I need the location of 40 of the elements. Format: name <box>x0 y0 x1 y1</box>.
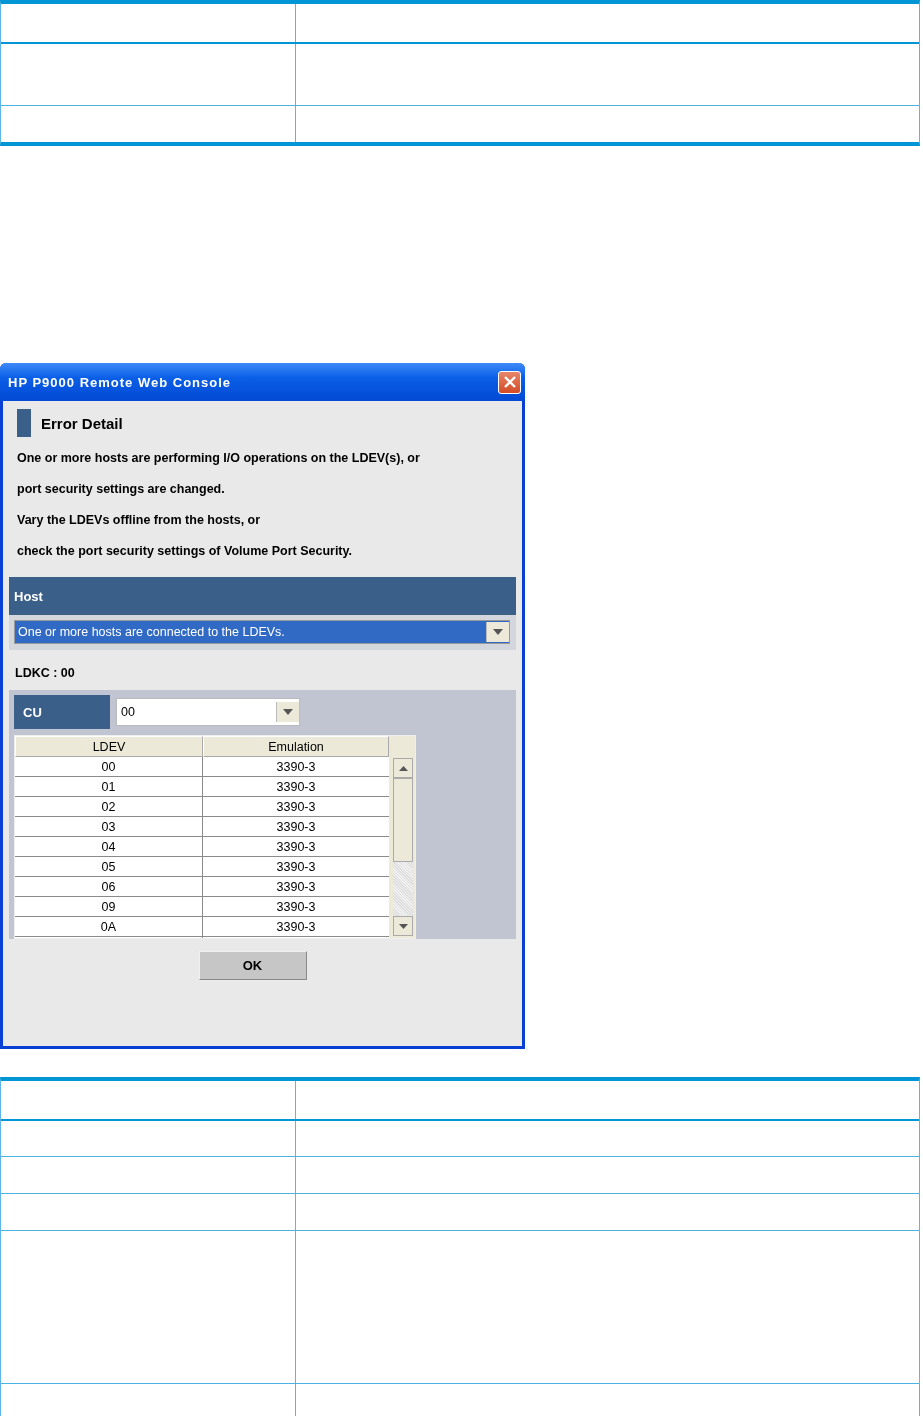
table-cell-text: 3390-3 <box>275 758 317 776</box>
table-cell-text: 3390-3 <box>275 918 317 936</box>
column-header[interactable]: LDEV <box>15 736 203 757</box>
caret-icon <box>283 709 293 715</box>
error-message: check the port security settings of Volume Port Security. <box>17 543 354 560</box>
table-cell-text: 3390-3 <box>275 798 317 816</box>
table-cell: 09 <box>15 897 203 916</box>
table-cell-text: 3390-3 <box>275 858 317 876</box>
ok-button[interactable]: OK <box>198 951 307 980</box>
table-cell: 01 <box>15 777 203 796</box>
table-cell-text: 3390-3 <box>275 878 317 896</box>
table-cell: 02 <box>15 797 203 816</box>
close-button[interactable] <box>498 370 521 394</box>
host-header: Host <box>9 577 516 615</box>
error-message: port security settings are changed. <box>17 481 226 498</box>
caret-icon <box>493 629 503 635</box>
table-cell: 05 <box>15 857 203 876</box>
error-message: Vary the LDEVs offline from the hosts, or <box>17 512 262 529</box>
table-cell-text: 3390-3 <box>275 778 317 796</box>
cu-dropdown[interactable]: 00 <box>116 698 300 726</box>
ldkc-label: LDKC : 00 <box>15 666 76 680</box>
column-header[interactable]: Emulation <box>203 736 389 757</box>
table-cell-text: 3390-3 <box>275 838 317 856</box>
section-heading: Error Detail <box>41 414 123 432</box>
scroll-up-icon <box>398 765 408 771</box>
table-cell: 04 <box>15 837 203 856</box>
host-dropdown[interactable]: One or more hosts are connected to the LDEVs. <box>14 620 510 644</box>
table-cell: 0A <box>15 917 203 936</box>
window-title: HP P9000 Remote Web Console <box>8 374 232 390</box>
table-cell: 03 <box>15 817 203 836</box>
close-icon <box>502 375 517 389</box>
cu-label: CU <box>14 695 110 729</box>
scroll-down-icon <box>398 923 408 929</box>
error-message: One or more hosts are performing I/O operations on the LDEV(s), or <box>17 450 421 467</box>
table-cell: 00 <box>15 757 203 776</box>
table-cell-text: 3390-3 <box>275 898 317 916</box>
scrollbar[interactable] <box>393 758 413 936</box>
heading-marker-icon <box>17 409 31 437</box>
table-cell-text: 3390-3 <box>275 818 317 836</box>
table-cell: 06 <box>15 877 203 896</box>
